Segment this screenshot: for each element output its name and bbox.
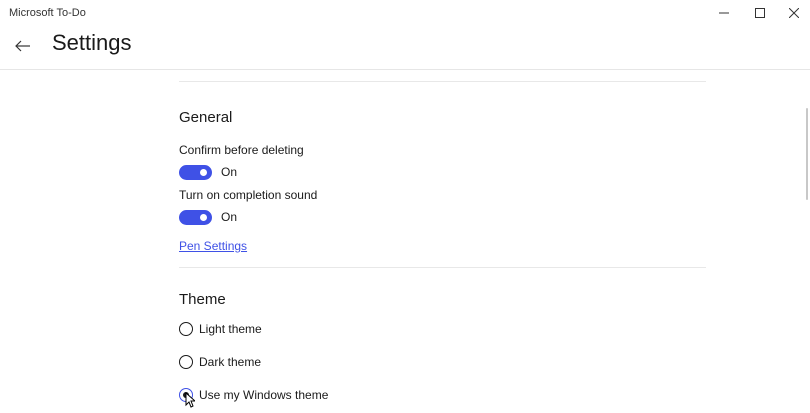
back-button[interactable] bbox=[12, 36, 34, 56]
close-icon bbox=[789, 8, 799, 18]
completion-sound-setting: On bbox=[179, 209, 237, 225]
title-bar: Microsoft To-Do bbox=[0, 0, 810, 28]
windows-theme-option[interactable]: Use my Windows theme bbox=[179, 387, 328, 403]
minimize-icon bbox=[719, 12, 729, 14]
section-divider bbox=[179, 267, 706, 268]
confirm-delete-state: On bbox=[221, 165, 238, 179]
pen-settings-link[interactable]: Pen Settings bbox=[179, 239, 247, 253]
toggle-knob bbox=[200, 213, 207, 221]
header-divider bbox=[0, 69, 810, 70]
minimize-button[interactable] bbox=[707, 0, 741, 26]
theme-heading: Theme bbox=[179, 291, 226, 308]
dark-theme-option[interactable]: Dark theme bbox=[179, 354, 261, 370]
completion-sound-label: Turn on completion sound bbox=[179, 188, 318, 202]
completion-sound-toggle[interactable] bbox=[179, 209, 212, 225]
dark-theme-radio[interactable] bbox=[179, 355, 193, 369]
confirm-delete-label: Confirm before deleting bbox=[179, 143, 304, 157]
page-title: Settings bbox=[52, 30, 132, 55]
scrollbar[interactable] bbox=[806, 108, 808, 200]
light-theme-option[interactable]: Light theme bbox=[179, 321, 262, 337]
close-button[interactable] bbox=[777, 0, 810, 26]
mouse-cursor-icon bbox=[185, 392, 195, 408]
confirm-delete-setting: On bbox=[179, 164, 237, 180]
app-window: Microsoft To-Do Settings General Confirm… bbox=[0, 0, 810, 413]
confirm-delete-toggle[interactable] bbox=[179, 164, 212, 180]
windows-theme-label: Use my Windows theme bbox=[199, 388, 329, 402]
section-divider bbox=[179, 81, 706, 82]
dark-theme-label: Dark theme bbox=[199, 355, 262, 369]
toggle-knob bbox=[200, 168, 207, 176]
general-heading: General bbox=[179, 109, 233, 126]
maximize-button[interactable] bbox=[743, 0, 777, 26]
back-arrow-icon bbox=[15, 40, 30, 52]
maximize-icon bbox=[755, 8, 765, 18]
completion-sound-state: On bbox=[221, 210, 238, 224]
light-theme-label: Light theme bbox=[199, 322, 262, 336]
app-title: Microsoft To-Do bbox=[9, 7, 86, 19]
light-theme-radio[interactable] bbox=[179, 322, 193, 336]
